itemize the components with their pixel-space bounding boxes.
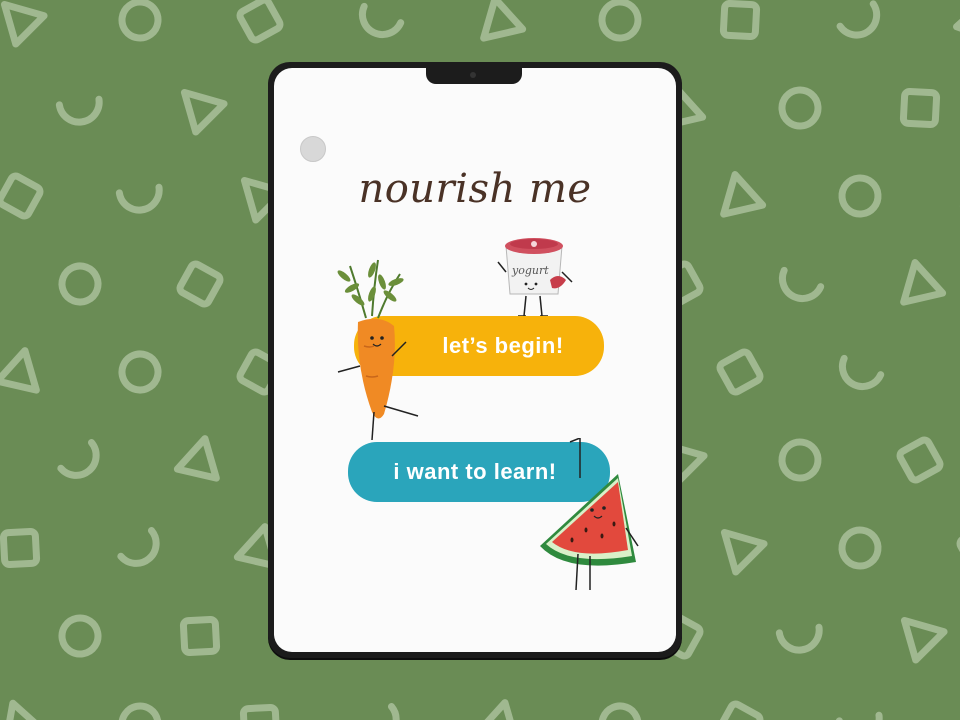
yogurt-character: yogurt <box>497 238 573 317</box>
pattern-triangle-60 <box>720 528 768 576</box>
pattern-triangle-24 <box>720 171 767 218</box>
pattern-square-52 <box>896 436 944 484</box>
menu-dot-icon[interactable] <box>300 136 326 162</box>
app-screen: nourish me yogurt let’s begin! i want to… <box>274 68 676 652</box>
pattern-square-64 <box>179 615 221 657</box>
pattern-circle-63 <box>58 614 102 658</box>
pattern-circle-73 <box>118 702 162 720</box>
pattern-circle-77 <box>598 702 642 720</box>
pattern-triangle-0 <box>0 0 48 48</box>
pattern-arc-33 <box>778 266 825 302</box>
pattern-arc-3 <box>358 2 405 38</box>
pattern-circle-61 <box>838 526 882 570</box>
pattern-arc-7 <box>836 0 881 39</box>
pattern-circle-27 <box>58 262 102 306</box>
camera-icon <box>470 72 476 78</box>
pattern-circle-5 <box>598 0 642 42</box>
pattern-square-28 <box>176 260 224 308</box>
pattern-triangle-72 <box>2 699 47 720</box>
pattern-arc-79 <box>835 711 883 720</box>
yogurt-label: yogurt <box>511 264 549 277</box>
pattern-circle-25 <box>838 174 882 218</box>
pattern-arc-69 <box>775 623 823 654</box>
pattern-triangle-46 <box>173 435 220 482</box>
pattern-arc-19 <box>115 183 163 214</box>
watermelon-character <box>540 438 639 591</box>
pattern-square-6 <box>719 0 761 41</box>
pattern-triangle-4 <box>480 0 527 42</box>
pattern-square-2 <box>236 0 284 44</box>
pattern-arc-45 <box>57 439 100 479</box>
pattern-arc-43 <box>838 354 885 390</box>
pattern-circle-1 <box>118 0 162 42</box>
pattern-triangle-36 <box>0 347 40 394</box>
pattern-triangle-34 <box>900 259 947 306</box>
pattern-circle-15 <box>778 86 822 130</box>
pattern-circle-51 <box>778 438 822 482</box>
pattern-arc-75 <box>357 703 400 720</box>
pattern-square-74 <box>239 703 281 720</box>
pattern-triangle-76 <box>473 699 520 720</box>
pattern-triangle-8 <box>953 0 960 44</box>
tablet-device: nourish me yogurt let’s begin! i want to… <box>268 62 682 658</box>
pattern-square-16 <box>899 87 941 129</box>
carrot-character <box>337 259 419 441</box>
pattern-arc-55 <box>117 527 160 567</box>
pattern-square-78 <box>716 700 764 720</box>
pattern-square-42 <box>716 348 764 396</box>
pattern-triangle-80 <box>950 694 960 720</box>
pattern-arc-9 <box>55 95 103 126</box>
device-notch <box>426 68 522 84</box>
pattern-circle-37 <box>118 350 162 394</box>
pattern-triangle-44 <box>956 346 960 390</box>
app-title: nourish me <box>358 166 592 212</box>
pattern-triangle-10 <box>180 88 228 136</box>
pattern-square-18 <box>0 172 44 220</box>
pattern-triangle-70 <box>900 616 948 664</box>
pattern-square-54 <box>0 527 41 569</box>
